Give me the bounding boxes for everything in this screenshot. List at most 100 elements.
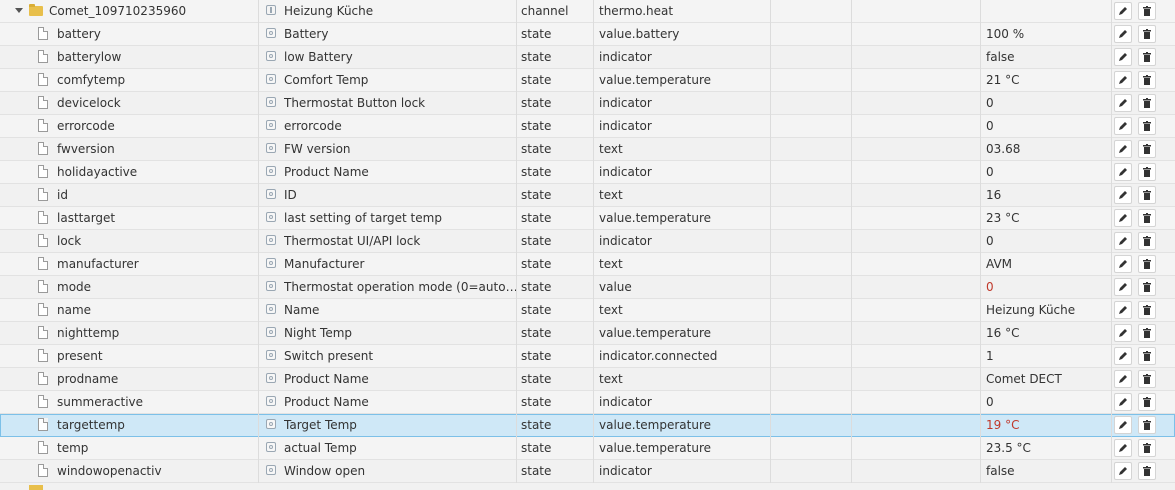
trash-icon bbox=[1143, 259, 1151, 269]
object-id: battery bbox=[57, 27, 101, 41]
folder-icon bbox=[29, 4, 43, 16]
tree-row-name[interactable]: name Name state text Heizung Küche bbox=[0, 299, 1175, 322]
delete-button[interactable] bbox=[1138, 94, 1156, 112]
tree-row-batterylow[interactable]: batterylow low Battery state indicator f… bbox=[0, 46, 1175, 69]
file-icon bbox=[38, 73, 48, 86]
delete-button[interactable] bbox=[1138, 186, 1156, 204]
delete-button[interactable] bbox=[1138, 140, 1156, 158]
tree-row-root[interactable]: Comet_109710235960 Heizung Küche channel… bbox=[0, 0, 1175, 23]
tree-row-temp[interactable]: temp actual Temp state value.temperature… bbox=[0, 437, 1175, 460]
trash-icon bbox=[1143, 443, 1151, 453]
trash-icon bbox=[1143, 282, 1151, 292]
edit-button[interactable] bbox=[1114, 370, 1132, 388]
object-value: AVM bbox=[986, 257, 1013, 271]
tree-row-fwversion[interactable]: fwversion FW version state text 03.68 bbox=[0, 138, 1175, 161]
delete-button[interactable] bbox=[1138, 324, 1156, 342]
tree-row-holidayactive[interactable]: holidayactive Product Name state indicat… bbox=[0, 161, 1175, 184]
delete-button[interactable] bbox=[1138, 301, 1156, 319]
tree-row-summeractive[interactable]: summeractive Product Name state indicato… bbox=[0, 391, 1175, 414]
tree-row-prodname[interactable]: prodname Product Name state text Comet D… bbox=[0, 368, 1175, 391]
tree-row-battery[interactable]: battery Battery state value.battery 100 … bbox=[0, 23, 1175, 46]
edit-button[interactable] bbox=[1114, 71, 1132, 89]
tree-row-errorcode[interactable]: errorcode errorcode state indicator 0 bbox=[0, 115, 1175, 138]
pencil-icon bbox=[1119, 168, 1127, 176]
object-title: Window open bbox=[284, 464, 366, 478]
tree-row-present[interactable]: present Switch present state indicator.c… bbox=[0, 345, 1175, 368]
edit-button[interactable] bbox=[1114, 439, 1132, 457]
delete-button[interactable] bbox=[1138, 393, 1156, 411]
object-value: Heizung Küche bbox=[986, 303, 1076, 317]
tree-row-nighttemp[interactable]: nighttemp Night Temp state value.tempera… bbox=[0, 322, 1175, 345]
tree-row-devicelock[interactable]: devicelock Thermostat Button lock state … bbox=[0, 92, 1175, 115]
state-icon bbox=[266, 281, 276, 291]
chevron-down-icon[interactable] bbox=[15, 8, 23, 13]
edit-button[interactable] bbox=[1114, 94, 1132, 112]
object-value: 0 bbox=[986, 280, 994, 294]
tree-row-lasttarget[interactable]: lasttarget last setting of target temp s… bbox=[0, 207, 1175, 230]
tree-row-comfytemp[interactable]: comfytemp Comfort Temp state value.tempe… bbox=[0, 69, 1175, 92]
edit-button[interactable] bbox=[1114, 163, 1132, 181]
object-id: mode bbox=[57, 280, 92, 294]
edit-button[interactable] bbox=[1114, 324, 1132, 342]
edit-button[interactable] bbox=[1114, 2, 1132, 20]
object-type: channel bbox=[521, 4, 569, 18]
edit-button[interactable] bbox=[1114, 117, 1132, 135]
edit-button[interactable] bbox=[1114, 416, 1132, 434]
object-value: 0 bbox=[986, 96, 994, 110]
object-role: text bbox=[599, 257, 623, 271]
delete-button[interactable] bbox=[1138, 117, 1156, 135]
delete-button[interactable] bbox=[1138, 416, 1156, 434]
row-actions bbox=[1114, 186, 1164, 204]
delete-button[interactable] bbox=[1138, 71, 1156, 89]
object-role: value bbox=[599, 280, 632, 294]
tree-row-lock[interactable]: lock Thermostat UI/API lock state indica… bbox=[0, 230, 1175, 253]
file-icon bbox=[38, 441, 48, 454]
file-icon bbox=[38, 418, 48, 431]
edit-button[interactable] bbox=[1114, 232, 1132, 250]
edit-button[interactable] bbox=[1114, 209, 1132, 227]
edit-button[interactable] bbox=[1114, 301, 1132, 319]
delete-button[interactable] bbox=[1138, 25, 1156, 43]
delete-button[interactable] bbox=[1138, 439, 1156, 457]
tree-row-manufacturer[interactable]: manufacturer Manufacturer state text AVM bbox=[0, 253, 1175, 276]
object-type: state bbox=[521, 119, 552, 133]
edit-button[interactable] bbox=[1114, 255, 1132, 273]
delete-button[interactable] bbox=[1138, 163, 1156, 181]
delete-button[interactable] bbox=[1138, 462, 1156, 480]
edit-button[interactable] bbox=[1114, 462, 1132, 480]
edit-button[interactable] bbox=[1114, 278, 1132, 296]
delete-button[interactable] bbox=[1138, 209, 1156, 227]
delete-button[interactable] bbox=[1138, 48, 1156, 66]
object-type: state bbox=[521, 211, 552, 225]
row-actions bbox=[1114, 48, 1164, 66]
object-value: 23.5 °C bbox=[986, 441, 1031, 455]
edit-button[interactable] bbox=[1114, 186, 1132, 204]
object-type: state bbox=[521, 372, 552, 386]
trash-icon bbox=[1143, 75, 1151, 85]
object-title: Thermostat Button lock bbox=[284, 96, 426, 110]
delete-button[interactable] bbox=[1138, 278, 1156, 296]
edit-button[interactable] bbox=[1114, 48, 1132, 66]
delete-button[interactable] bbox=[1138, 347, 1156, 365]
delete-button[interactable] bbox=[1138, 370, 1156, 388]
edit-button[interactable] bbox=[1114, 347, 1132, 365]
trash-icon bbox=[1143, 374, 1151, 384]
tree-row-id[interactable]: id ID state text 16 bbox=[0, 184, 1175, 207]
object-type: state bbox=[521, 280, 552, 294]
file-icon bbox=[38, 188, 48, 201]
tree-row-windowopenactiv[interactable]: windowopenactiv Window open state indica… bbox=[0, 460, 1175, 483]
delete-button[interactable] bbox=[1138, 2, 1156, 20]
object-title: Manufacturer bbox=[284, 257, 365, 271]
delete-button[interactable] bbox=[1138, 255, 1156, 273]
tree-row-mode[interactable]: mode Thermostat operation mode (0=auto, … bbox=[0, 276, 1175, 299]
edit-button[interactable] bbox=[1114, 140, 1132, 158]
delete-button[interactable] bbox=[1138, 232, 1156, 250]
object-id: lock bbox=[57, 234, 82, 248]
state-icon bbox=[266, 327, 276, 337]
edit-button[interactable] bbox=[1114, 25, 1132, 43]
edit-button[interactable] bbox=[1114, 393, 1132, 411]
object-role: text bbox=[599, 372, 623, 386]
column-divider bbox=[770, 0, 771, 490]
tree-row-targettemp[interactable]: targettemp Target Temp state value.tempe… bbox=[0, 414, 1175, 437]
trash-icon bbox=[1143, 397, 1151, 407]
